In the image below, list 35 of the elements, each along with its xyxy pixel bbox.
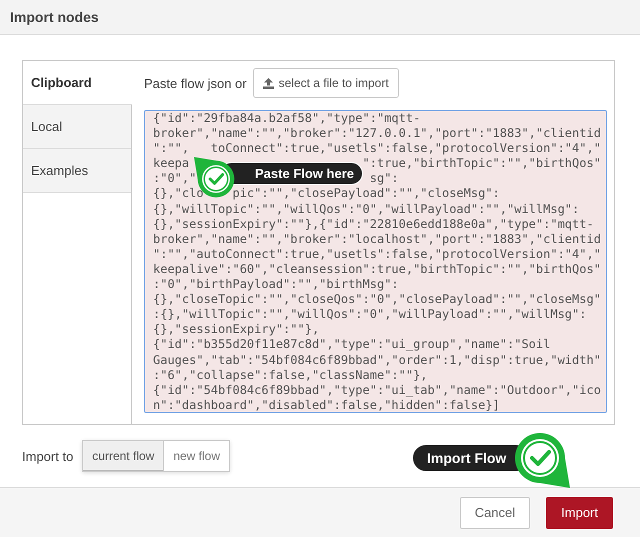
json-text: broker","name":"","broker":"localhost","port":"1883","clientid <box>153 232 601 247</box>
json-text: {},"closeTopic":"","closeQos":"0","closePayload":"","closeMsg" <box>153 292 601 308</box>
cancel-button[interactable]: Cancel <box>460 496 530 528</box>
json-text: Gauges","tab":"54bf084c6f89bbad","order":1,"disp":true,"width" <box>153 352 601 368</box>
source-tab[interactable]: Local <box>23 105 131 149</box>
json-text: {},"sessionExpiry":""},{"id":"22810e6edd188e0a","type":"mqtt- <box>153 216 594 232</box>
json-text: ":"", <box>153 141 190 156</box>
json-text: sg": <box>370 171 399 186</box>
json-text: {},"clo <box>153 186 204 202</box>
source-tab[interactable]: Clipboard <box>23 61 132 105</box>
import-target-toggle[interactable]: current flow <box>82 440 164 472</box>
json-text: :"0","birthPayload":"","birthMsg": <box>153 277 399 292</box>
import-button[interactable]: Import <box>546 496 613 528</box>
paste-prompt: Paste flow json or <box>144 76 247 90</box>
json-text: :"6","collapse":false,"className":""}, <box>153 368 428 383</box>
json-text: pic":"","closePayload":"","closeMsg": <box>232 186 500 202</box>
json-text: {"id":"54bf084c6f89bbad","type":"ui_tab","name":"Outdoor","ico <box>153 382 601 398</box>
json-text: n":"dashboard","disabled":false,"hidden":false}] <box>153 398 500 412</box>
import-target-toggle[interactable]: new flow <box>164 440 230 472</box>
json-text: :{},"willTopic":"","willQos":"0","willPayload":"","willMsg": <box>153 307 586 322</box>
file-select-button[interactable]: select a file to import <box>252 68 399 98</box>
json-text: {"id":"b355d20f11e87c8d","type":"ui_group","name":"Soil <box>153 337 550 352</box>
json-text: {"id":"29fba84a.b2af58","type":"mqtt- <box>153 111 420 126</box>
json-text: broker","name":"","broker":"127.0.0.1","port":"1883","clientid <box>153 126 601 142</box>
json-text: :"0"," <box>153 171 196 186</box>
json-text: {},"sessionExpiry":""}, <box>153 322 320 338</box>
json-text: keepalive":"60","cleansession":true,"birthTopic":"","birthQos" <box>153 262 601 278</box>
json-text: {},"willTopic":"","willQos":"0","willPayload":"","willMsg": <box>153 202 580 217</box>
dialog-title: Import nodes <box>10 9 99 25</box>
json-text: ":"","autoConnect":true,"usetls":false,"protocolVersion":"4"," <box>153 246 601 262</box>
json-text: keepa <box>153 156 190 172</box>
source-tab[interactable]: Examples <box>23 149 131 193</box>
json-text: ":true,"birthTopic":"","birthQos" <box>362 156 601 172</box>
import-to-label: Import to <box>22 448 74 464</box>
json-text: toConnect":true,"usetls":false,"protocolVersion":"4"," <box>210 141 601 156</box>
